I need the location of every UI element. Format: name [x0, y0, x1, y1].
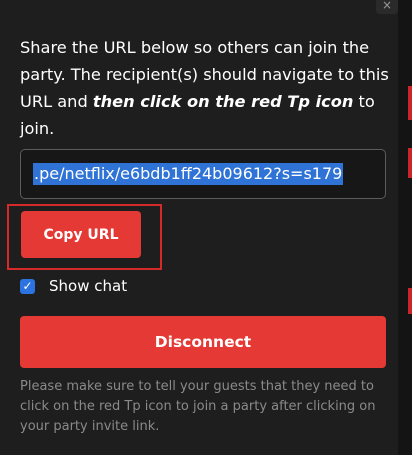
party-url-field[interactable]: .pe/netflix/e6bdb1ff24b09612?s=s179	[20, 149, 386, 199]
background-edge-mark	[408, 148, 412, 178]
close-icon[interactable]: ×	[376, 0, 398, 14]
instructions-emphasis: then click on the red Tp icon	[92, 92, 354, 111]
background-edge-mark	[408, 86, 412, 120]
background-edge-mark	[408, 288, 412, 314]
teleparty-popup: × Share the URL below so others can join…	[0, 0, 398, 455]
share-instructions: Share the URL below so others can join t…	[20, 34, 390, 142]
background-page-edge	[398, 0, 412, 455]
show-chat-checkbox[interactable]: ✓	[20, 278, 35, 294]
disconnect-button[interactable]: Disconnect	[20, 316, 386, 368]
show-chat-toggle[interactable]: ✓ Show chat	[20, 276, 127, 296]
copy-url-button[interactable]: Copy URL	[21, 211, 141, 258]
show-chat-label[interactable]: Show chat	[49, 277, 127, 295]
party-url-text[interactable]: .pe/netflix/e6bdb1ff24b09612?s=s179	[33, 163, 344, 185]
guest-help-note: Please make sure to tell your guests tha…	[20, 379, 376, 434]
